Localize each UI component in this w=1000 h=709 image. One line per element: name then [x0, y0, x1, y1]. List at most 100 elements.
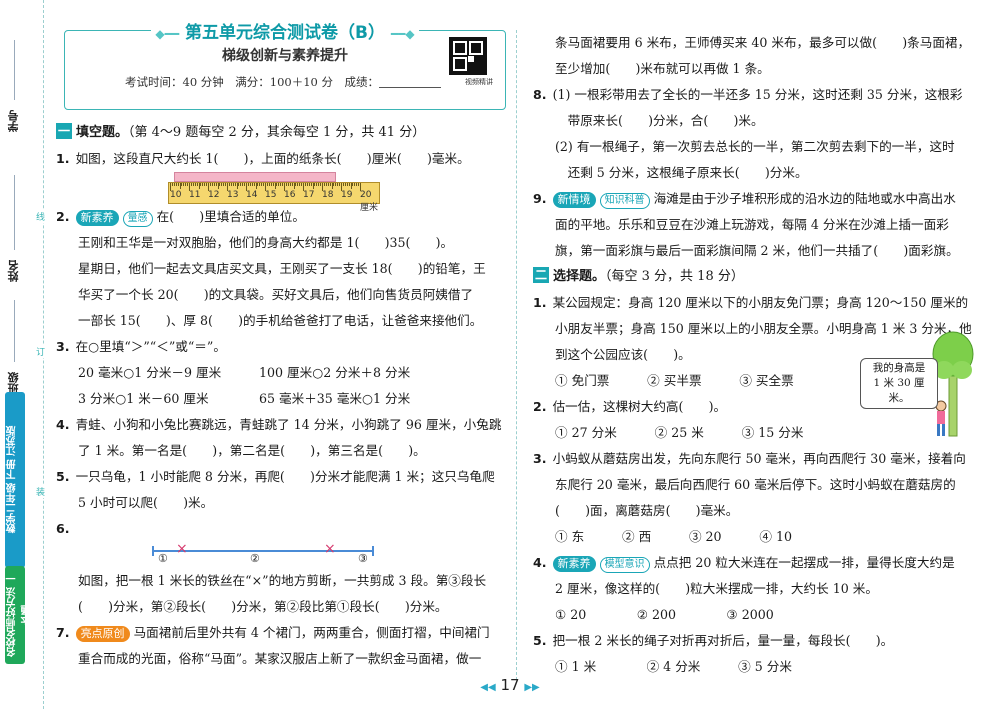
question-number: 4. [56, 417, 70, 432]
qr-code-icon[interactable] [449, 37, 487, 75]
section-choice-header: 二选择题。（每空 3 分，共 18 分） [533, 264, 978, 290]
question-text: 了 1 米。第一名是( )，第二名是( )，第三名是( )。 [78, 443, 426, 458]
exam-info-text: 考试时间：40 分钟 满分：100＋10 分 成绩： [125, 75, 380, 89]
question-text: ① 27 分米 ② 25 米 ③ 15 分米 [555, 425, 804, 440]
question-number: 6. [56, 521, 70, 536]
question-text-line: 东爬行 20 毫米，最后向西爬行 60 毫米后停下。这时小蚂蚁在蘑菇房的 [533, 472, 978, 498]
student-name-label: 姓名 [7, 260, 20, 282]
question-text: 王刚和王华是一对双胞胎，他们的身高大约都是 1( )35( )。 [78, 235, 454, 250]
question-number: 1. [56, 151, 70, 166]
page-subtitle: 梯级创新与素养提升 [222, 48, 348, 64]
question-text-line: 了 1 米。第一名是( )，第二名是( )，第三名是( )。 [56, 438, 508, 464]
cut-mark-zhuang: 装 [36, 485, 46, 498]
question-text: ① 免门票 ② 买半票 ③ 买全票 [555, 373, 794, 388]
question-text-line: 旗，第一面彩旗与最后一面彩旗间隔 2 米，他们一共插了( )面彩旗。 [533, 238, 978, 264]
question-text-line: (2) 有一根绳子，第一次剪去总长的一半，第二次剪去剩下的一半，这时 [533, 134, 978, 160]
prev-arrows-icon: ◀◀ [480, 682, 496, 693]
ruler-tick-label: 14 [246, 190, 258, 200]
right-column: 条马面裙要用 6 米布，王师傅买来 40 米布，最多可以做( )条马面裙， 至少增… [533, 30, 978, 680]
question-text: 华买了一个长 20( )的文具袋。买好文具后，他们向售货员阿姨借了 [78, 287, 474, 302]
question-text: 小朋友半票；身高 150 厘米以上的小朋友全票。小明身高 1 米 3 分米，他 [555, 321, 972, 336]
question-text: ( )面，离蘑菇房( )毫米。 [555, 503, 739, 518]
ruler-tick-label: 16 [284, 190, 296, 200]
section-number-badge: 一 [56, 123, 72, 139]
title-box: ◆━━ 第五单元综合测试卷（B） ━━◆ 梯级创新与素养提升 考试时间：40 分… [64, 23, 506, 110]
paper-strip [174, 172, 336, 182]
question-text: 至少增加( )米布就可以再做 1 条。 [555, 61, 770, 76]
question-text: ① 东 ② 西 ③ 20 ④ 10 [555, 529, 792, 544]
question-subtag: 量感 [122, 211, 153, 227]
question-text: 估一估，这棵树大约高( )。 [552, 399, 727, 414]
ruler-tick-label: 20厘米 [360, 190, 379, 213]
cut-mark-xian: 线 [36, 210, 46, 223]
question-text: (1) 一根彩带用去了全长的一半还多 15 分米，这时还剩 35 分米，这根彩 [552, 87, 963, 102]
right-questions-continued: 条马面裙要用 6 米布，王师傅买来 40 米布，最多可以做( )条马面裙， 至少增… [533, 30, 978, 264]
question-tag: 新素养 [552, 556, 596, 572]
brand-series: 名校名师好方法 一本通 [5, 566, 33, 664]
question-text-line: 一部长 15( )、厚 8( )的手机给爸爸打了电话，让爸爸来接他们。 [56, 308, 508, 334]
column-divider [516, 30, 517, 680]
question-text: 星期日，他们一起去文具店买文具，王刚买了一支长 18( )的铅笔，王 [78, 261, 486, 276]
segment-label: ① [158, 552, 168, 565]
question-line: 2. 新素养 量感 在( )里填合适的单位。 [56, 204, 508, 230]
question-number: 3. [56, 339, 70, 354]
section-note: （第 4～9 题每空 2 分，其余每空 1 分，共 41 分） [128, 125, 426, 140]
segment-label: ③ [358, 552, 368, 565]
question-number: 3. [533, 451, 547, 466]
question-line: 7. 亮点原创 马面裙前后里外共有 4 个裙门，两两重合，侧面打褶，中间裙门 [56, 620, 508, 646]
question-text: ① 1 米 ② 4 分米 ③ 5 分米 [555, 659, 792, 674]
page-number: 17 [500, 676, 520, 694]
bubble-line-1: 我的身高是 [872, 362, 926, 374]
next-arrows-icon: ▶▶ [524, 682, 540, 693]
question-text: 海滩是由于沙子堆积形成的沿水边的陆地或水中高出水 [653, 191, 956, 206]
question-text: 青蛙、小狗和小兔比赛跳远，青蛙跳了 14 分米，小狗跳了 96 厘米，小兔跳 [75, 417, 502, 432]
question-text: 条马面裙要用 6 米布，王师傅买来 40 米布，最多可以做( )条马面裙， [555, 35, 971, 50]
ruler-figure: 10 11 12 13 14 15 16 17 18 19 20厘米 [168, 172, 380, 213]
segment-label: ② [250, 552, 260, 565]
left-column: ◆━━ 第五单元综合测试卷（B） ━━◆ 梯级创新与素养提升 考试时间：40 分… [56, 23, 508, 672]
cut-mark-icon: × [176, 541, 188, 557]
question-line: 9. 新情境 知识科普 海滩是由于沙子堆积形成的沿水边的陆地或水中高出水 [533, 186, 978, 212]
question-number: 8. [533, 87, 547, 102]
student-number-label: 学号 [7, 110, 20, 132]
question-text-line: 条马面裙要用 6 米布，王师傅买来 40 米布，最多可以做( )条马面裙， [533, 30, 978, 56]
question-text: ( )分米，第②段长( )分米，第②段比第①段长( )分米。 [78, 599, 448, 614]
question-text: 重合而成的光面，俗称“马面”。某家汉服店上新了一款织金马面裙，做一 [78, 651, 482, 666]
question-text-line: ( )面，离蘑菇房( )毫米。 [533, 498, 978, 524]
question-text-line: 华买了一个长 20( )的文具袋。买好文具后，他们向售货员阿姨借了 [56, 282, 508, 308]
question-number: 5. [56, 469, 70, 484]
question-number: 1. [533, 295, 547, 310]
question-text: 到这个公园应该( )。 [555, 347, 691, 362]
choice-questions: 1. 某公园规定：身高 120 厘米以下的小朋友免门票；身高 120～150 厘米… [533, 290, 978, 680]
worksheet-page: 学号 姓名 班级 数学二年级 下册 江苏版 名校名师好方法 一本通 线 订 装 … [0, 0, 1000, 709]
question-text: 把一根 2 米长的绳子对折再对折后，量一量，每段长( )。 [552, 633, 894, 648]
wire-figure: × × ① ② ③ [152, 541, 382, 568]
left-questions: 1. 如图，这段直尺大约长 1( )，上面的纸条长( )厘米( )毫米。 10 11 1… [56, 146, 508, 672]
question-text-line: 5 小时可以爬( )米。 [56, 490, 508, 516]
question-text: 如图，把一根 1 米长的铁丝在“×”的地方剪断，一共剪成 3 段。第③段长 [78, 573, 487, 588]
question-text-line: ① 27 分米 ② 25 米 ③ 15 分米 [533, 420, 978, 446]
question-text: 面的平地。乐乐和豆豆在沙滩上玩游戏，每隔 4 分米在沙滩上插一面彩 [555, 217, 949, 232]
question-text: 马面裙前后里外共有 4 个裙门，两两重合，侧面打褶，中间裙门 [133, 625, 490, 640]
ruler-tick-label: 19 [341, 190, 353, 200]
cut-mark-icon: × [324, 541, 336, 557]
ruler-tick-label: 12 [208, 190, 220, 200]
question-tag: 新情境 [552, 192, 596, 208]
ruler-tick-label: 11 [189, 190, 201, 200]
qr-label: 视频精讲 [465, 78, 493, 86]
exam-info: 考试时间：40 分钟 满分：100＋10 分 成绩： [125, 74, 442, 90]
section-title: 选择题。 [553, 269, 606, 284]
question-text-line: 还剩 5 分米，这根绳子原来长( )分米。 [533, 160, 978, 186]
section-fill-blank-header: 一填空题。（第 4～9 题每空 2 分，其余每空 1 分，共 41 分） [56, 120, 508, 146]
question-number: 2. [56, 209, 70, 224]
question-text: 小蚂蚁从蘑菇房出发，先向东爬行 50 毫米，再向西爬行 30 毫米，接着向 [552, 451, 966, 466]
question-text: 带原来长( )分米，合( )米。 [555, 113, 764, 128]
question-line: 1. 如图，这段直尺大约长 1( )，上面的纸条长( )厘米( )毫米。 [56, 146, 508, 172]
question-text-line: 带原来长( )分米，合( )米。 [533, 108, 978, 134]
question-text-line: ① 20 ② 200 ③ 2000 [533, 602, 978, 628]
question-text-line: 王刚和王华是一对双胞胎，他们的身高大约都是 1( )35( )。 [56, 230, 508, 256]
question-text-line: 小朋友半票；身高 150 厘米以上的小朋友全票。小明身高 1 米 3 分米，他 [533, 316, 978, 342]
question-text: 20 毫米○1 分米－9 厘米 100 厘米○2 分米＋8 分米 [78, 365, 411, 380]
question-text-line: ① 东 ② 西 ③ 20 ④ 10 [533, 524, 978, 550]
student-number-line [14, 40, 15, 100]
